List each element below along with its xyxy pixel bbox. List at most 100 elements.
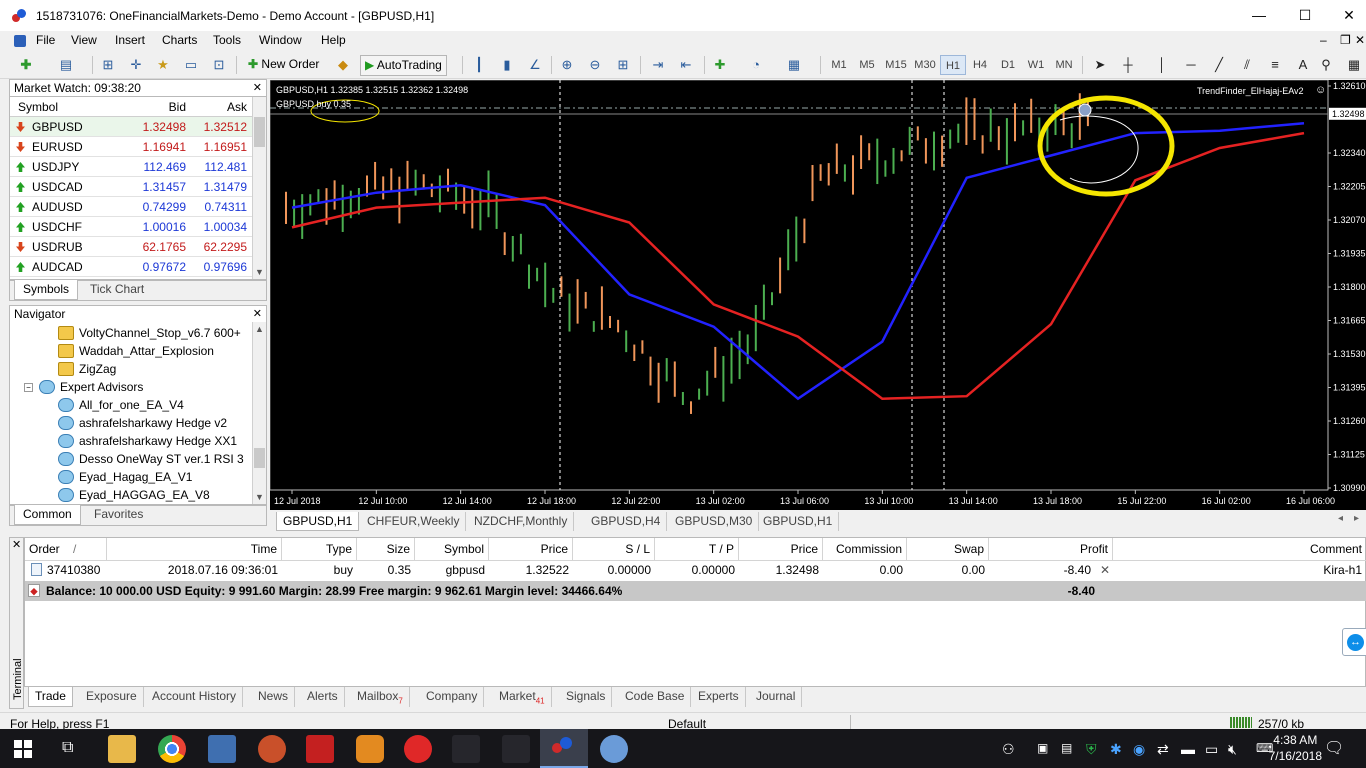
tab-scroll-right-icon[interactable]: ▸ xyxy=(1354,513,1359,524)
mdi-minimize-button[interactable]: – xyxy=(1320,33,1327,47)
scroll-down-icon[interactable]: ▼ xyxy=(255,492,264,502)
autotrading-button[interactable]: ▶ AutoTrading xyxy=(360,55,447,76)
tab-journal[interactable]: Journal xyxy=(750,687,803,707)
tray-app-icon[interactable]: ▤ xyxy=(1061,741,1072,755)
terminal-close-icon[interactable]: ✕ xyxy=(12,538,21,551)
market-watch-row[interactable]: AUDCAD 0.97672 0.97696 xyxy=(10,257,254,277)
equidistant-channel-icon[interactable]: ⫽ xyxy=(1237,55,1257,75)
chart-tab[interactable]: GBPUSD,H4 xyxy=(585,512,668,531)
menu-help[interactable]: Help xyxy=(321,33,346,47)
chart-tab[interactable]: CHFEUR,Weekly xyxy=(361,512,467,531)
new-order-button[interactable]: ✚ New Order xyxy=(244,55,323,76)
zoom-out-icon[interactable]: ⊖ xyxy=(585,55,605,75)
navigator-indicator[interactable]: Waddah_Attar_Explosion xyxy=(58,342,214,360)
timeframe-d1[interactable]: D1 xyxy=(995,55,1021,75)
trendline-icon[interactable]: ╱ xyxy=(1209,55,1229,75)
navigator-scrollbar[interactable]: ▲ ▼ xyxy=(252,322,266,504)
navigator-folder[interactable]: − Expert Advisors xyxy=(24,378,143,396)
collapse-icon[interactable]: − xyxy=(24,383,33,392)
market-watch-scroll-thumb[interactable] xyxy=(254,117,265,147)
tab-code-base[interactable]: Code Base xyxy=(619,687,692,707)
mdi-restore-button[interactable]: ❐ xyxy=(1340,33,1351,47)
timeframe-h4[interactable]: H4 xyxy=(967,55,993,75)
menu-insert[interactable]: Insert xyxy=(115,33,145,47)
close-order-icon[interactable]: ✕ xyxy=(1096,560,1112,580)
price-chart[interactable]: 1.32610 1.32498 1.32340 1.32205 1.32070 1.319… xyxy=(270,80,1366,510)
column-symbol[interactable]: Symbol xyxy=(415,538,489,560)
teamviewer-widget[interactable]: ↔ xyxy=(1342,628,1366,656)
menu-tools[interactable]: Tools xyxy=(213,33,241,47)
bar-chart-icon[interactable]: ┃ xyxy=(469,55,489,75)
chrome-icon[interactable] xyxy=(158,735,186,763)
teamviewer-tray-icon[interactable]: ◉ xyxy=(1133,741,1145,758)
column-sl[interactable]: S / L xyxy=(573,538,655,560)
market-watch-row[interactable]: GBPUSD 1.32498 1.32512 xyxy=(10,117,254,137)
monitor-icon[interactable]: ▭ xyxy=(1205,741,1218,758)
timeframe-m5[interactable]: M5 xyxy=(854,55,880,75)
column-size[interactable]: Size xyxy=(357,538,415,560)
xampp-icon[interactable] xyxy=(258,735,286,763)
timeframe-m15[interactable]: M15 xyxy=(882,55,910,75)
periods-icon[interactable]: ◔ xyxy=(746,55,766,75)
tray-app-icon[interactable]: ▣ xyxy=(1037,741,1048,755)
paint-icon[interactable] xyxy=(600,735,628,763)
menu-window[interactable]: Window xyxy=(259,33,302,47)
timeframe-mn[interactable]: MN xyxy=(1051,55,1077,75)
minimize-button[interactable]: — xyxy=(1236,0,1282,31)
column-order[interactable]: Order xyxy=(25,538,107,560)
menu-view[interactable]: View xyxy=(71,33,97,47)
fibonacci-icon[interactable]: ≡ xyxy=(1265,55,1285,75)
column-swap[interactable]: Swap xyxy=(907,538,989,560)
active-metatrader-task[interactable] xyxy=(540,729,588,768)
terminal-icon[interactable]: ▭ xyxy=(181,55,201,75)
column-ask[interactable]: Ask xyxy=(190,97,247,117)
market-watch-row[interactable]: USDJPY 112.469 112.481 xyxy=(10,157,254,177)
mdi-close-button[interactable]: ✕ xyxy=(1355,33,1365,47)
terminal-app-icon[interactable] xyxy=(452,735,480,763)
tab-signals[interactable]: Signals xyxy=(560,687,613,707)
templates-icon[interactable]: ▦ xyxy=(784,55,804,75)
column-profit[interactable]: Profit xyxy=(989,538,1113,560)
fxdd-icon[interactable] xyxy=(306,735,334,763)
column-symbol[interactable]: Symbol xyxy=(18,97,58,117)
column-type[interactable]: Type xyxy=(282,538,357,560)
market-watch-row[interactable]: AUDUSD 0.74299 0.74311 xyxy=(10,197,254,217)
scroll-up-icon[interactable]: ▲ xyxy=(255,324,264,334)
timeframe-w1[interactable]: W1 xyxy=(1023,55,1049,75)
tab-common[interactable]: Common xyxy=(14,505,81,525)
profiles-icon[interactable]: ▤ xyxy=(56,55,76,75)
network-icon[interactable]: ▬ xyxy=(1181,741,1195,757)
navigator-expert[interactable]: Eyad_HAGGAG_EA_V8 xyxy=(58,486,210,504)
data-window-icon[interactable]: ✛ xyxy=(126,55,146,75)
volume-muted-icon[interactable]: 🔇︎ xyxy=(1228,741,1237,758)
candlestick-icon[interactable]: ▮ xyxy=(497,55,517,75)
bluetooth-icon[interactable]: ✱ xyxy=(1110,741,1122,758)
column-current-price[interactable]: Price xyxy=(739,538,823,560)
timeframe-m30[interactable]: M30 xyxy=(911,55,939,75)
market-watch-row[interactable]: USDCAD 1.31457 1.31479 xyxy=(10,177,254,197)
order-take-profit[interactable]: 0.00000 xyxy=(655,560,739,580)
tab-exposure[interactable]: Exposure xyxy=(80,687,144,707)
column-comment[interactable]: Comment xyxy=(1113,538,1366,560)
tab-trade[interactable]: Trade xyxy=(28,687,73,707)
scroll-down-icon[interactable]: ▼ xyxy=(255,267,264,277)
notifications-icon[interactable]: 🗨︎ xyxy=(1324,738,1344,758)
market-watch-icon[interactable]: ⊞ xyxy=(98,55,118,75)
tab-mailbox[interactable]: Mailbox7 xyxy=(351,687,410,707)
navigator-scroll-thumb[interactable] xyxy=(254,448,265,468)
market-watch-scrollbar[interactable]: ▼ xyxy=(252,97,266,279)
order-stop-loss[interactable]: 0.00000 xyxy=(573,560,655,580)
market-watch-row[interactable]: USDRUB 62.1765 62.2295 xyxy=(10,237,254,257)
tile-windows-icon[interactable]: ⊞ xyxy=(613,55,633,75)
column-time[interactable]: Time xyxy=(132,538,282,560)
app-p-icon[interactable] xyxy=(404,735,432,763)
metaeditor-icon[interactable]: ◆ xyxy=(333,55,353,75)
navigator-expert[interactable]: ashrafelsharkawy Hedge XX1 xyxy=(58,432,237,450)
clock[interactable]: 4:38 AM 7/16/2018 xyxy=(1269,732,1322,764)
chart-shift-icon[interactable]: ⇥ xyxy=(648,55,668,75)
navigator-expert[interactable]: ashrafelsharkawy Hedge v2 xyxy=(58,414,227,432)
tab-news[interactable]: News xyxy=(252,687,296,707)
chart-tab[interactable]: GBPUSD,M30 xyxy=(669,512,760,531)
navigator-expert[interactable]: Desso OneWay ST ver.1 RSI 3 xyxy=(58,450,244,468)
market-watch-row[interactable]: USDCHF 1.00016 1.00034 xyxy=(10,217,254,237)
